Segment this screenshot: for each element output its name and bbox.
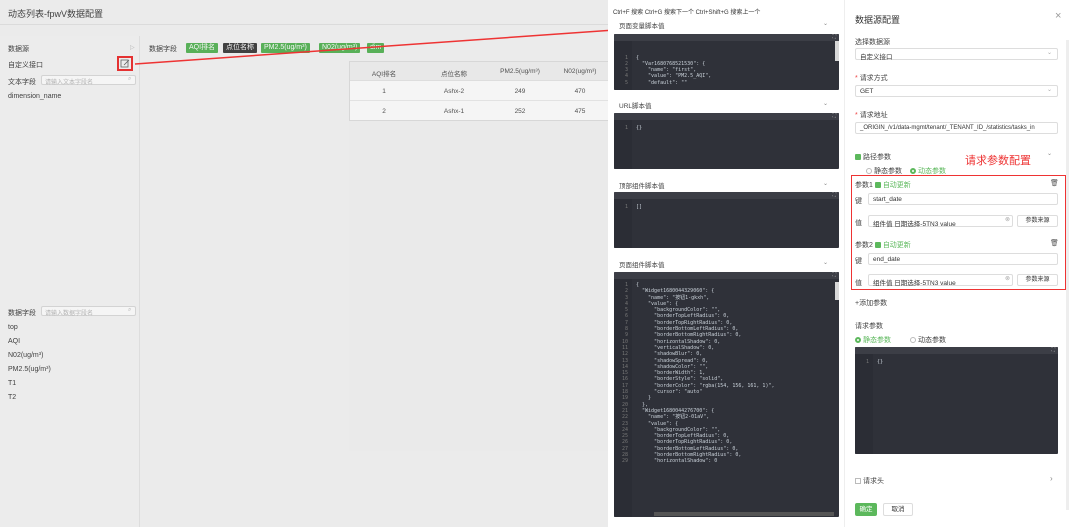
value-label: 值: [855, 280, 862, 287]
param1-label: 参数1: [855, 182, 873, 189]
param-source-button[interactable]: 参数来源: [1017, 274, 1058, 286]
select-source-label: 选择数据源: [855, 39, 890, 46]
checkbox[interactable]: [855, 478, 861, 485]
section-title: 顶部组件脚本值: [619, 183, 665, 190]
radio[interactable]: [910, 337, 916, 344]
section-title: 页面组件脚本值: [619, 262, 665, 269]
key-label: 键: [855, 198, 862, 205]
chevron-down-icon: ⌄: [1047, 50, 1053, 56]
radio[interactable]: [855, 337, 861, 344]
confirm-button[interactable]: 确定: [855, 503, 877, 516]
key-label: 键: [855, 258, 862, 265]
clear-icon[interactable]: ⊗: [1005, 275, 1010, 282]
close-icon[interactable]: ×: [1055, 10, 1061, 22]
param2-value-select[interactable]: 组件值 日期选择-5TN3 value: [868, 274, 1013, 287]
param2-label: 参数2: [855, 242, 873, 249]
drawer-title: 数据源配置: [855, 15, 901, 25]
scrollbar[interactable]: [835, 41, 839, 61]
auto-update-label: 自动更新: [882, 182, 911, 189]
cancel-button[interactable]: 取消: [883, 503, 913, 516]
radio[interactable]: [866, 168, 872, 175]
param1-key-input[interactable]: start_date: [868, 193, 1058, 205]
param2-key-input[interactable]: end_date: [868, 253, 1058, 265]
chevron-down-icon[interactable]: ⌄: [1047, 150, 1052, 157]
req-dynamic-option[interactable]: 动态参数: [918, 337, 946, 344]
chevron-down-icon[interactable]: ⌄: [823, 20, 828, 27]
param1-value-select[interactable]: 组件值 日期选择-5TN3 value: [868, 215, 1013, 228]
chevron-right-icon[interactable]: ›: [1050, 474, 1053, 483]
request-header-label: 请求头: [862, 478, 884, 485]
static-param-option[interactable]: 静态参数: [874, 168, 902, 175]
scrollbar[interactable]: [1066, 40, 1069, 510]
url-label: 请求地址: [859, 112, 888, 119]
expand-icon[interactable]: ⛶: [832, 192, 836, 198]
checkbox[interactable]: [855, 154, 861, 161]
expand-icon[interactable]: ⛶: [1051, 347, 1055, 353]
chevron-down-icon: ⌄: [1047, 87, 1053, 93]
chevron-down-icon[interactable]: ⌄: [823, 100, 828, 107]
path-params-label: 路径参数: [862, 154, 891, 161]
param-source-button[interactable]: 参数来源: [1017, 215, 1058, 227]
scrollbar[interactable]: [835, 282, 839, 300]
code-line: "horizontalShadow": 0: [636, 458, 718, 465]
auto-update-label: 自动更新: [882, 242, 911, 249]
trash-icon[interactable]: 🗑: [1050, 239, 1059, 247]
page-widget-script-editor[interactable]: ⛶ 1 2 3 4 5 6 7 8 9 10 11 12 13 14 15 16 17 18 19 20 21 22 23 2…: [614, 272, 839, 517]
page-variable-editor[interactable]: ⛶ 12345 { "Var1680768521530": { "name": …: [614, 34, 839, 90]
method-select[interactable]: GET: [855, 85, 1058, 97]
section-title: URL脚本值: [619, 103, 652, 110]
url-input[interactable]: _ORIGIN_/v1/data-mgmt/tenant/_TENANT_ID_…: [855, 122, 1058, 134]
add-param-link[interactable]: +添加参数: [855, 298, 887, 308]
clear-icon[interactable]: ⊗: [1005, 216, 1010, 223]
checkbox[interactable]: [874, 242, 881, 249]
expand-icon[interactable]: ⛶: [832, 34, 836, 40]
url-script-editor[interactable]: ⛶ 1 {}: [614, 113, 839, 169]
trash-icon[interactable]: 🗑: [1050, 179, 1059, 187]
annotation-label: 请求参数配置: [965, 155, 1031, 167]
expand-icon[interactable]: ⛶: [832, 272, 836, 278]
request-params-editor[interactable]: ⛶ 1 {}: [855, 347, 1058, 454]
radio[interactable]: [910, 168, 916, 175]
chevron-down-icon[interactable]: ⌄: [823, 259, 828, 266]
method-label: 请求方式: [859, 75, 888, 82]
horizontal-scrollbar[interactable]: [654, 512, 834, 516]
checkbox[interactable]: [874, 182, 881, 189]
expand-icon[interactable]: ⛶: [832, 113, 836, 119]
section-title: 页面变量脚本值: [619, 23, 665, 30]
datasource-select[interactable]: 自定义接口: [855, 48, 1058, 61]
value-label: 值: [855, 220, 862, 227]
line-number: 29: [621, 458, 628, 465]
top-widget-script-editor[interactable]: ⛶ 1 []: [614, 192, 839, 248]
request-params-label: 请求参数: [855, 323, 883, 330]
dynamic-param-option[interactable]: 动态参数: [918, 168, 946, 175]
shortcut-hint: Ctrl+F 搜索 Ctrl+G 搜索下一个 Ctrl+Shift+G 搜索上一…: [613, 10, 761, 16]
req-static-option[interactable]: 静态参数: [863, 337, 891, 344]
chevron-down-icon[interactable]: ⌄: [823, 180, 828, 187]
